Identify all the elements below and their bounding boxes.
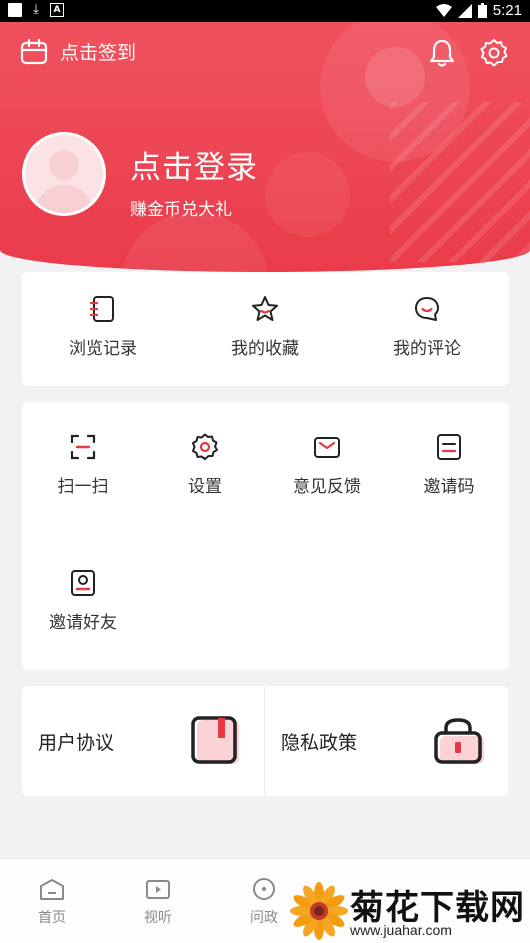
comment-icon: [415, 297, 439, 321]
nav-home[interactable]: 首页: [22, 877, 82, 927]
calendar-icon: [20, 38, 48, 64]
favorites-item[interactable]: 我的收藏: [184, 294, 346, 359]
history-label: 浏览记录: [69, 339, 137, 359]
privacy-policy-label: 隐私政策: [281, 732, 358, 754]
notebook-icon: [89, 296, 114, 322]
wifi-icon: [435, 3, 452, 17]
nav-video-label: 视听: [144, 910, 172, 926]
scan-label: 扫一扫: [57, 477, 109, 497]
tools-card: 扫一扫 设置 意见反馈 邀请码 邀请好友: [22, 402, 509, 670]
document-icon: [191, 716, 239, 764]
notification-square-icon: [8, 3, 22, 17]
code-doc-icon: [437, 434, 461, 460]
user-agreement-label: 用户协议: [38, 732, 115, 754]
favorites-label: 我的收藏: [231, 339, 299, 359]
envelope-icon: [314, 437, 340, 458]
decor-circle: [120, 212, 270, 272]
contact-card-icon: [71, 570, 95, 596]
signal-icon: [457, 3, 472, 18]
nav-question-label: 问政: [250, 910, 278, 926]
avatar[interactable]: [22, 132, 106, 216]
settings-item[interactable]: 设置: [144, 432, 266, 497]
decor-circle: [365, 47, 425, 107]
invite-code-item[interactable]: 邀请码: [388, 432, 510, 497]
watermark: 菊花下载网 www.juahar.com: [290, 880, 530, 942]
download-icon: ⤓: [33, 2, 39, 17]
battery-icon: [477, 3, 487, 18]
home-icon: [40, 879, 64, 900]
login-title[interactable]: 点击登录: [130, 142, 258, 187]
checkin-label: 点击签到: [60, 42, 137, 64]
nav-video[interactable]: 视听: [128, 877, 188, 927]
settings-gear-icon[interactable]: [479, 38, 509, 68]
status-bar: ⤓ A 5:21: [0, 0, 530, 22]
clock: 5:21: [492, 2, 522, 19]
login-subtitle: 赚金币兑大礼: [130, 200, 232, 220]
bell-icon[interactable]: [428, 38, 456, 68]
scan-icon: [70, 434, 96, 460]
scan-item[interactable]: 扫一扫: [22, 432, 144, 497]
invite-code-label: 邀请码: [423, 477, 475, 497]
agreements-card: 用户协议 隐私政策: [22, 686, 508, 796]
flower-logo-icon: [290, 882, 348, 940]
watermark-url: www.juahar.com: [350, 922, 452, 938]
star-icon: [252, 296, 278, 321]
video-icon: [146, 880, 170, 899]
gear-icon: [192, 433, 218, 460]
decor-stripes: [390, 102, 530, 262]
settings-label: 设置: [188, 477, 222, 497]
checkin-button[interactable]: 点击签到: [20, 38, 136, 65]
privacy-policy-button[interactable]: 隐私政策: [265, 686, 507, 796]
question-icon: [253, 878, 275, 900]
comments-item[interactable]: 我的评论: [346, 294, 508, 359]
comments-label: 我的评论: [393, 339, 461, 359]
history-item[interactable]: 浏览记录: [22, 294, 184, 359]
invite-friends-label: 邀请好友: [49, 613, 117, 633]
invite-friends-item[interactable]: 邀请好友: [22, 568, 144, 633]
feedback-item[interactable]: 意见反馈: [266, 432, 388, 497]
decor-circle: [265, 152, 350, 237]
nav-question[interactable]: 问政: [234, 877, 294, 927]
lock-icon: [434, 718, 484, 764]
user-agreement-button[interactable]: 用户协议: [22, 686, 264, 796]
nav-home-label: 首页: [38, 910, 66, 926]
quick-links-card: 浏览记录 我的收藏 我的评论: [22, 272, 509, 386]
feedback-label: 意见反馈: [293, 477, 361, 497]
profile-header: 点击签到 点击登录 赚金币兑大礼: [0, 22, 530, 272]
app-notification-icon: A: [50, 3, 64, 17]
default-user-icon: [35, 150, 93, 213]
